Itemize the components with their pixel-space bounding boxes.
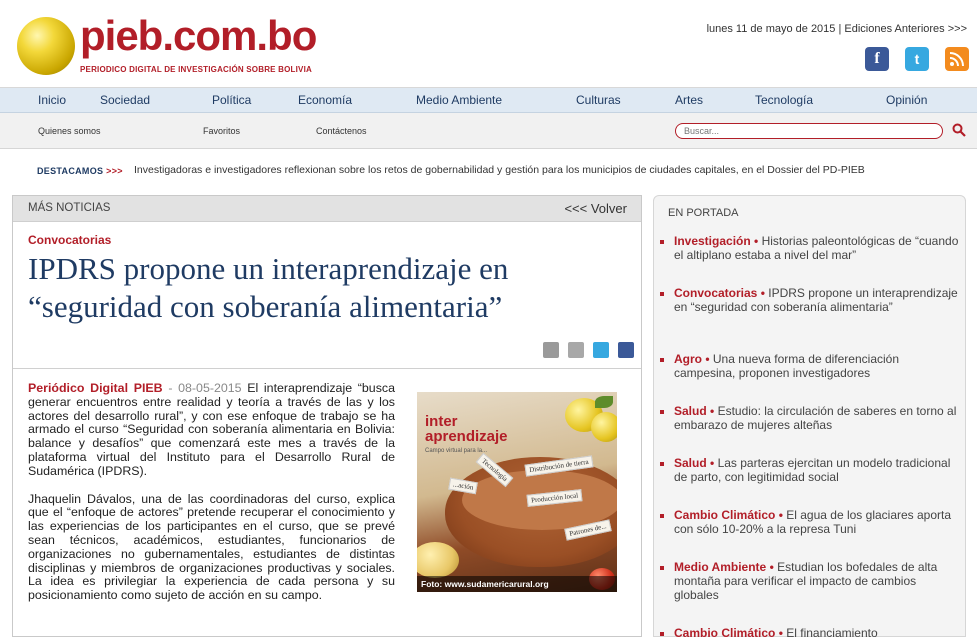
logo-name: pieb	[80, 12, 163, 59]
article-byline: Periódico Digital PIEB	[28, 381, 163, 395]
logo-domain: .com.bo	[162, 12, 317, 59]
bullet-icon	[660, 632, 664, 636]
sidebar-item[interactable]: Convocatorias • IPDRS propone un interap…	[660, 286, 959, 314]
photo-logo: inter aprendizaje Campo virtual para la.…	[425, 413, 508, 454]
article-body: Periódico Digital PIEB - 08-05-2015 El i…	[28, 381, 395, 617]
sidebar-title: EN PORTADA	[668, 207, 739, 219]
sidebar-item[interactable]: Investigación • Historias paleontológica…	[660, 234, 959, 262]
nav-economia[interactable]: Economía	[298, 93, 352, 107]
link-quienes-somos[interactable]: Quienes somos	[38, 126, 101, 136]
twitter-icon[interactable]: t	[905, 47, 929, 71]
facebook-share-icon[interactable]	[618, 342, 634, 358]
featured-headline-link[interactable]: Investigadoras e investigadores reflexio…	[134, 164, 865, 176]
link-favoritos[interactable]: Favoritos	[203, 126, 240, 136]
bullet-icon	[660, 292, 664, 296]
sidebar-item[interactable]: Medio Ambiente • Estudian los bofedales …	[660, 560, 959, 602]
sidebar-item[interactable]: Cambio Climático • El financiamiento	[660, 626, 959, 637]
email-icon[interactable]	[568, 342, 584, 358]
nav-culturas[interactable]: Culturas	[576, 93, 621, 107]
bullet-icon	[660, 514, 664, 518]
photo-chips	[417, 542, 459, 578]
facebook-icon[interactable]: f	[865, 47, 889, 71]
print-icon[interactable]	[543, 342, 559, 358]
bullet-icon	[660, 566, 664, 570]
bullet-icon	[660, 240, 664, 244]
nav-medio-ambiente[interactable]: Medio Ambiente	[416, 93, 502, 107]
site-logo[interactable]: pieb.com.bo	[80, 12, 317, 60]
article-section[interactable]: Convocatorias	[28, 233, 111, 247]
article-date: - 08-05-2015	[168, 381, 242, 395]
photo-caption: Foto: www.sudamericarural.org	[417, 576, 617, 592]
sidebar-en-portada: EN PORTADA Investigación • Historias pal…	[653, 195, 966, 637]
article-divider	[13, 368, 641, 369]
article-title: IPDRS propone un interaprendizaje en “se…	[28, 251, 509, 324]
article-panel-header: MÁS NOTICIAS <<< Volver	[13, 196, 641, 222]
sidebar-item[interactable]: Salud • Las parteras ejercitan un modelo…	[660, 456, 959, 484]
nav-artes[interactable]: Artes	[675, 93, 703, 107]
bullet-icon	[660, 358, 664, 362]
sub-nav: Quienes somos Favoritos Contáctenos	[0, 113, 977, 149]
more-news-label: MÁS NOTICIAS	[28, 202, 111, 214]
article-photo: Distribución de tierra Tecnología Produc…	[417, 392, 617, 592]
nav-tecnologia[interactable]: Tecnología	[755, 93, 813, 107]
bullet-icon	[660, 410, 664, 414]
article-paragraph: Periódico Digital PIEB - 08-05-2015 El i…	[28, 381, 395, 478]
article-paragraph: Jhaquelin Dávalos, una de las coordinado…	[28, 491, 395, 603]
rss-icon[interactable]	[945, 47, 969, 71]
photo-leaf	[595, 396, 613, 408]
featured-label: DESTACAMOS >>>	[37, 166, 123, 176]
nav-sociedad[interactable]: Sociedad	[100, 93, 150, 107]
sidebar-item[interactable]: Salud • Estudio: la circulación de saber…	[660, 404, 959, 432]
article-tools	[543, 342, 634, 358]
article-panel: MÁS NOTICIAS <<< Volver Convocatorias IP…	[12, 195, 642, 637]
date-and-archive-link[interactable]: lunes 11 de mayo de 2015 | Ediciones Ant…	[707, 23, 967, 35]
nav-politica[interactable]: Política	[212, 93, 251, 107]
search-icon[interactable]	[952, 123, 966, 137]
link-contactenos[interactable]: Contáctenos	[316, 126, 367, 136]
photo-lemon	[591, 412, 617, 442]
nav-inicio[interactable]: Inicio	[38, 93, 66, 107]
main-nav: Inicio Sociedad Política Economía Medio …	[0, 88, 977, 113]
search-input[interactable]	[675, 123, 943, 139]
twitter-share-icon[interactable]	[593, 342, 609, 358]
nav-opinion[interactable]: Opinión	[886, 93, 927, 107]
bullet-icon	[660, 462, 664, 466]
logo-tagline: PERIODICO DIGITAL DE INVESTIGACIÓN SOBRE…	[80, 65, 312, 74]
sidebar-item[interactable]: Agro • Una nueva forma de diferenciación…	[660, 352, 959, 380]
featured-ticker: DESTACAMOS >>> Investigadoras e investig…	[0, 150, 977, 188]
sidebar-item[interactable]: Cambio Climático • El agua de los glacia…	[660, 508, 959, 536]
back-link[interactable]: <<< Volver	[564, 201, 627, 216]
site-header: pieb.com.bo PERIODICO DIGITAL DE INVESTI…	[0, 0, 977, 88]
logo-ball-icon[interactable]	[17, 17, 75, 75]
social-links: f t	[865, 47, 969, 71]
